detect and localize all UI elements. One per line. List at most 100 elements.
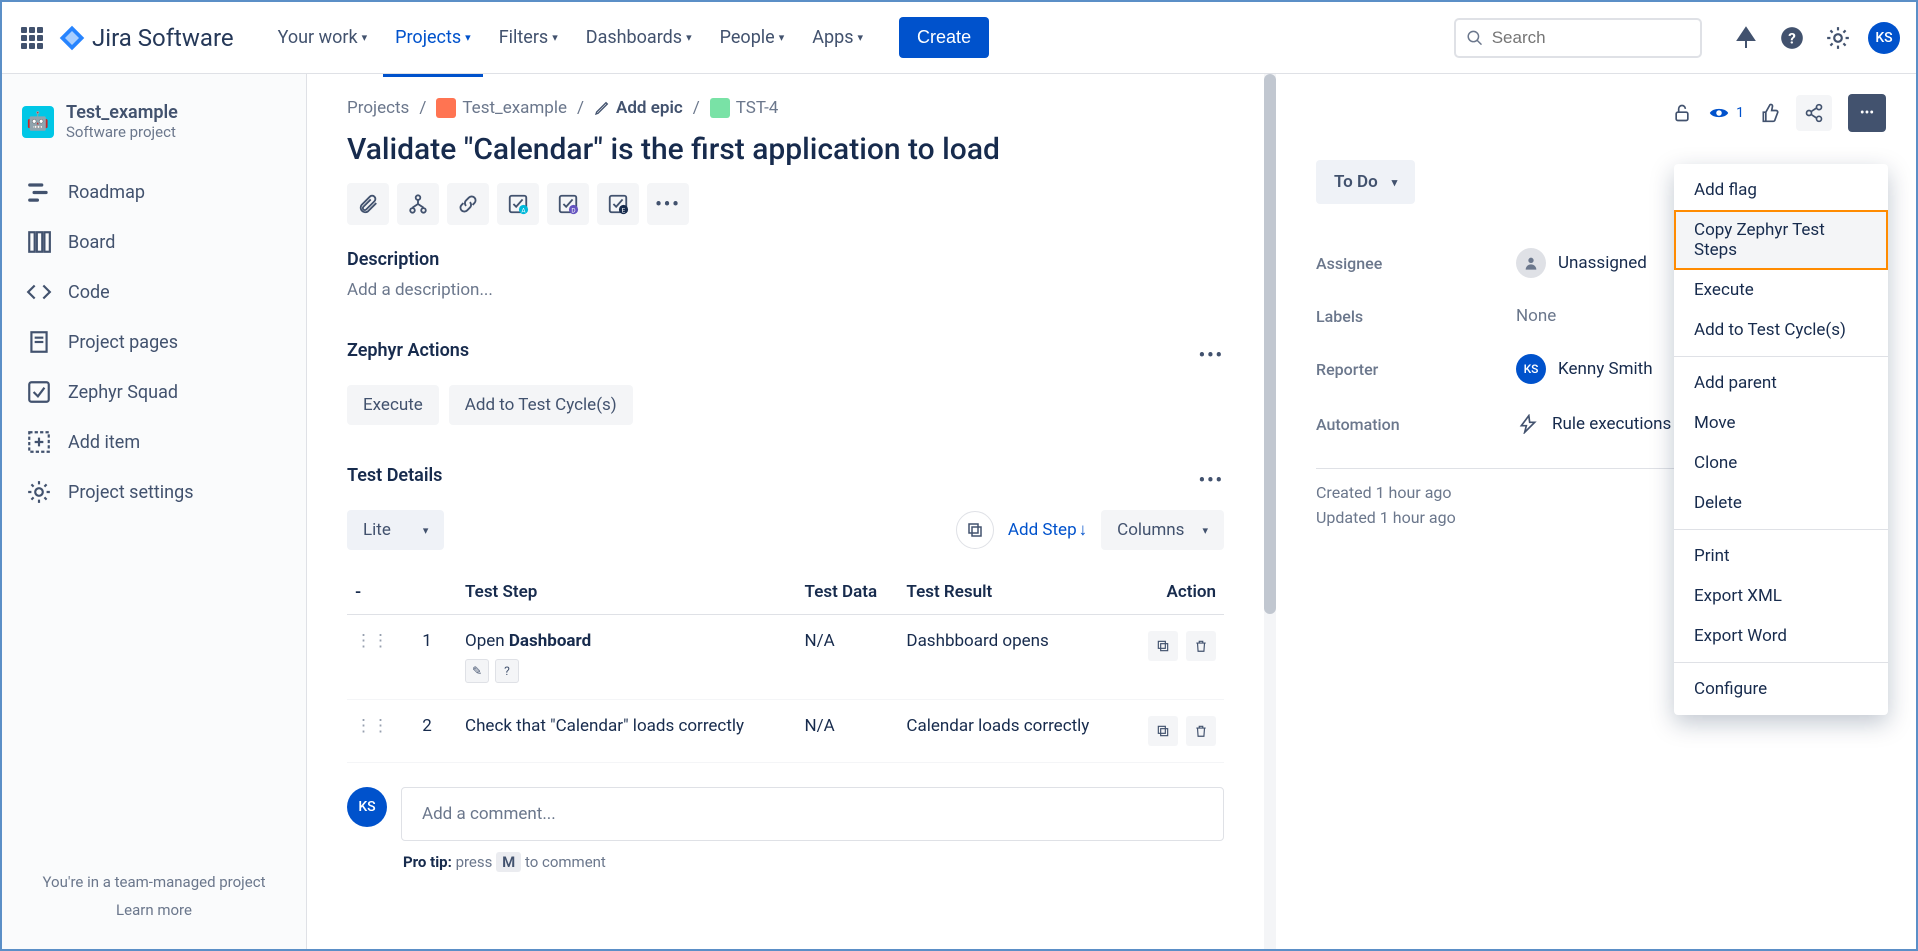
- link-issue-button[interactable]: [447, 183, 489, 225]
- sidebar: 🤖 Test_example Software project Roadmap …: [2, 74, 307, 949]
- nav-apps[interactable]: Apps▾: [800, 19, 875, 56]
- chevron-down-icon: ▾: [423, 524, 429, 537]
- add-step-button[interactable]: Add Step↓: [1008, 520, 1087, 540]
- drag-handle-icon[interactable]: ⋮⋮: [355, 631, 389, 651]
- notifications-icon[interactable]: [1730, 22, 1762, 54]
- assignee-value[interactable]: Unassigned: [1516, 248, 1647, 278]
- sidebar-code[interactable]: Code: [12, 267, 296, 317]
- menu-item-move[interactable]: Move: [1674, 403, 1888, 443]
- breadcrumb-project[interactable]: Test_example: [436, 98, 567, 118]
- issue-content: Projects / Test_example / Add epic / TST…: [307, 74, 1264, 949]
- zephyr-e-icon: E: [607, 193, 629, 215]
- copy-steps-button[interactable]: [956, 511, 994, 549]
- sidebar-footer-learn-more[interactable]: Learn more: [22, 901, 286, 919]
- menu-item-copy-zephyr-test-steps[interactable]: Copy Zephyr Test Steps: [1674, 210, 1888, 270]
- product-name: Jira Software: [92, 24, 234, 52]
- zephyr-action-d-button[interactable]: D: [547, 183, 589, 225]
- create-button[interactable]: Create: [899, 17, 989, 58]
- breadcrumb-projects[interactable]: Projects: [347, 98, 409, 118]
- edit-step-icon[interactable]: ✎: [465, 659, 489, 683]
- test-details-more-button[interactable]: •••: [1199, 470, 1224, 491]
- assignee-label: Assignee: [1316, 254, 1516, 273]
- menu-item-export-word[interactable]: Export Word: [1674, 616, 1888, 656]
- sidebar-roadmap[interactable]: Roadmap: [12, 167, 296, 217]
- clone-step-button[interactable]: [1148, 631, 1178, 661]
- share-button[interactable]: [1796, 95, 1832, 131]
- chevron-down-icon: ▾: [779, 31, 785, 44]
- col-header-result: Test Result: [898, 570, 1127, 615]
- labels-value[interactable]: None: [1516, 306, 1556, 326]
- comment-input[interactable]: Add a comment...: [401, 787, 1224, 841]
- roadmap-icon: [26, 179, 52, 205]
- menu-item-configure[interactable]: Configure: [1674, 669, 1888, 709]
- issue-more-menu-button[interactable]: •••: [1848, 94, 1886, 132]
- automation-value[interactable]: Rule executions: [1516, 412, 1671, 436]
- plus-icon: [26, 429, 52, 455]
- menu-item-clone[interactable]: Clone: [1674, 443, 1888, 483]
- attach-button[interactable]: [347, 183, 389, 225]
- sidebar-add-item[interactable]: Add item: [12, 417, 296, 467]
- nav-people[interactable]: People▾: [708, 19, 797, 56]
- issue-title[interactable]: Validate "Calendar" is the first applica…: [347, 132, 1224, 167]
- delete-step-button[interactable]: [1186, 631, 1216, 661]
- user-avatar[interactable]: KS: [1868, 22, 1900, 54]
- lock-button[interactable]: [1672, 103, 1692, 123]
- app-switcher-icon[interactable]: [18, 24, 46, 52]
- product-logo[interactable]: Jira Software: [58, 24, 234, 52]
- more-actions-button[interactable]: •••: [647, 183, 689, 225]
- nav-your-work[interactable]: Your work▾: [266, 19, 380, 56]
- project-header[interactable]: 🤖 Test_example Software project: [12, 94, 296, 149]
- drag-handle-icon[interactable]: ⋮⋮: [355, 716, 389, 736]
- view-mode-select[interactable]: Lite▾: [347, 510, 444, 550]
- columns-select[interactable]: Columns▾: [1101, 510, 1224, 550]
- breadcrumb-issue-key[interactable]: TST-4: [710, 98, 779, 118]
- help-icon[interactable]: ?: [1776, 22, 1808, 54]
- copy-icon: [966, 521, 984, 539]
- zephyr-execute-button[interactable]: Execute: [347, 385, 439, 425]
- link-icon: [457, 193, 479, 215]
- sidebar-project-settings[interactable]: Project settings: [12, 467, 296, 517]
- menu-item-export-xml[interactable]: Export XML: [1674, 576, 1888, 616]
- menu-item-add-parent[interactable]: Add parent: [1674, 363, 1888, 403]
- step-data[interactable]: N/A: [797, 700, 899, 763]
- menu-item-add-to-test-cycle-s-[interactable]: Add to Test Cycle(s): [1674, 310, 1888, 350]
- reporter-value[interactable]: KSKenny Smith: [1516, 354, 1653, 384]
- breadcrumb-add-epic[interactable]: Add epic: [594, 98, 683, 118]
- sidebar-zephyr-squad[interactable]: Zephyr Squad: [12, 367, 296, 417]
- delete-step-button[interactable]: [1186, 716, 1216, 746]
- zephyr-action-a-button[interactable]: A: [497, 183, 539, 225]
- zephyr-more-button[interactable]: •••: [1199, 345, 1224, 366]
- zephyr-action-e-button[interactable]: E: [597, 183, 639, 225]
- watchers-button[interactable]: 1: [1708, 102, 1744, 124]
- step-help-icon[interactable]: ?: [495, 659, 519, 683]
- nav-filters[interactable]: Filters▾: [487, 19, 570, 56]
- add-child-button[interactable]: [397, 183, 439, 225]
- search-input[interactable]: [1492, 28, 1690, 48]
- step-text[interactable]: Check that "Calendar" loads correctly: [457, 700, 797, 763]
- menu-item-delete[interactable]: Delete: [1674, 483, 1888, 523]
- description-field[interactable]: Add a description...: [347, 280, 1224, 300]
- menu-item-add-flag[interactable]: Add flag: [1674, 170, 1888, 210]
- status-select[interactable]: To Do▾: [1316, 160, 1415, 204]
- search-box[interactable]: [1454, 18, 1702, 58]
- nav-dashboards[interactable]: Dashboards▾: [574, 19, 704, 56]
- sidebar-project-pages[interactable]: Project pages: [12, 317, 296, 367]
- chevron-down-icon: ▾: [1202, 524, 1208, 537]
- step-result[interactable]: Calendar loads correctly: [898, 700, 1127, 763]
- menu-item-execute[interactable]: Execute: [1674, 270, 1888, 310]
- scrollbar[interactable]: [1264, 74, 1276, 949]
- svg-text:?: ?: [1788, 29, 1796, 47]
- zephyr-add-to-cycle-button[interactable]: Add to Test Cycle(s): [449, 385, 633, 425]
- step-result[interactable]: Dashbboard opens: [898, 615, 1127, 700]
- sidebar-board[interactable]: Board: [12, 217, 296, 267]
- like-button[interactable]: [1760, 103, 1780, 123]
- step-text[interactable]: Open Dashboard✎?: [457, 615, 797, 700]
- nav-projects[interactable]: Projects▾: [383, 19, 483, 56]
- step-data[interactable]: N/A: [797, 615, 899, 700]
- clone-step-button[interactable]: [1148, 716, 1178, 746]
- board-icon: [26, 229, 52, 255]
- settings-icon[interactable]: [1822, 22, 1854, 54]
- menu-item-print[interactable]: Print: [1674, 536, 1888, 576]
- pencil-icon: [594, 100, 610, 116]
- col-header-action: Action: [1127, 570, 1224, 615]
